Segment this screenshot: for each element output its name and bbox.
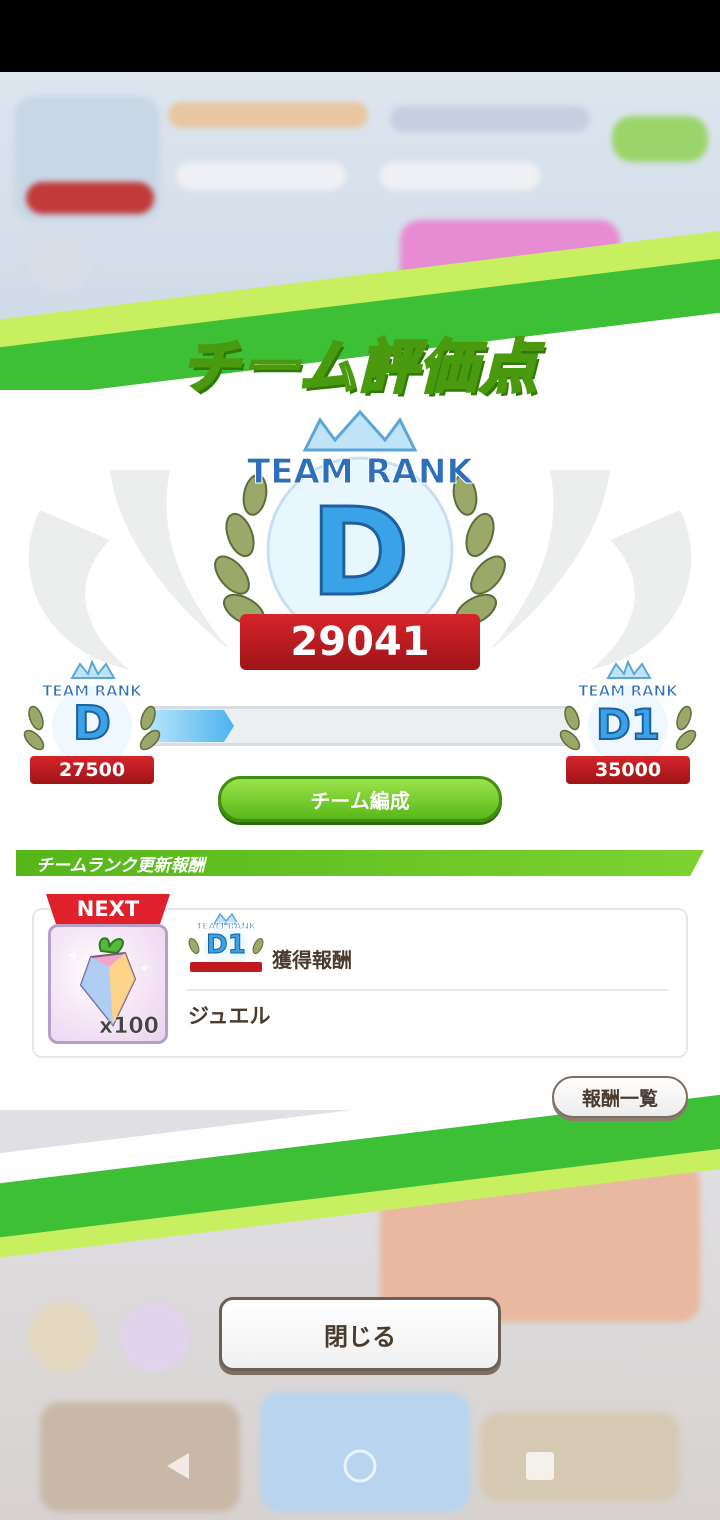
from-rank-score: 27500 — [30, 756, 154, 784]
reward-divider — [186, 989, 668, 991]
close-button[interactable]: 閉じる — [219, 1297, 501, 1371]
team-rank-modal: チーム評価点 TEAM RANK D 29041 TEAM RANK D 275… — [0, 224, 720, 1262]
home-icon[interactable] — [340, 1446, 380, 1486]
big-rank-score: 29041 — [240, 614, 480, 670]
modal-title: チーム評価点 — [179, 332, 540, 403]
reward-rank-letter: D1 — [206, 930, 247, 961]
back-icon[interactable] — [158, 1446, 198, 1486]
team-edit-button[interactable]: チーム編成 — [218, 776, 502, 822]
system-nav-bar — [0, 1432, 720, 1500]
section-header: チームランク更新報酬 — [16, 850, 704, 876]
item-count: x100 — [98, 1014, 160, 1040]
rank-progress-fill — [150, 710, 234, 742]
jewel-item-icon[interactable]: ✦ ✦ x100 — [48, 924, 168, 1044]
to-team-rank-label: TEAM RANK — [578, 682, 679, 701]
reward-list-button[interactable]: 報酬一覧 — [552, 1076, 688, 1118]
to-rank-score: 35000 — [566, 756, 690, 784]
reward-label: 獲得報酬 — [272, 948, 352, 972]
from-rank-badge: TEAM RANK D 27500 — [22, 660, 162, 790]
to-rank-badge: TEAM RANK D1 35000 — [558, 660, 698, 790]
section-title: チームランク更新報酬 — [36, 856, 205, 876]
big-rank-letter: D — [309, 483, 412, 625]
current-rank-badge: TEAM RANK D 29041 — [210, 400, 510, 685]
status-bar — [0, 0, 720, 72]
svg-text:✦: ✦ — [67, 946, 80, 965]
to-rank-letter: D1 — [595, 699, 661, 750]
from-rank-letter: D — [72, 695, 112, 751]
svg-text:✦: ✦ — [139, 961, 151, 977]
next-tag: NEXT — [46, 894, 170, 924]
recents-icon[interactable] — [520, 1446, 560, 1486]
reward-rank-badge: TEAM RANK D1 — [186, 912, 266, 978]
reward-item-name: ジュエル — [188, 1004, 271, 1028]
